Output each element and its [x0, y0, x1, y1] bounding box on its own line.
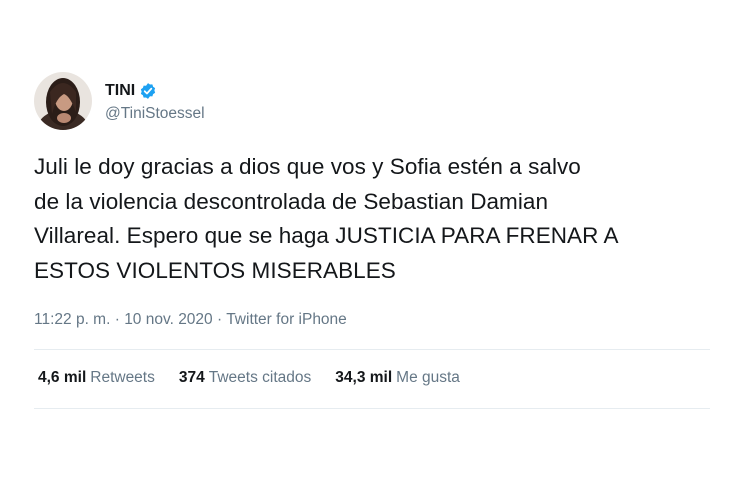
name-row: TINI — [105, 80, 205, 102]
handle[interactable]: @TiniStoessel — [105, 105, 205, 123]
tweet-meta: 11:22 p. m. · 10 nov. 2020 · Twitter for… — [34, 311, 347, 329]
tweet-date[interactable]: 10 nov. 2020 — [124, 311, 212, 328]
likes-count: 34,3 mil — [335, 369, 393, 386]
verified-badge-icon — [139, 82, 157, 100]
tweet-card: TINI @TiniStoessel Juli le doy gracias a… — [0, 0, 740, 493]
tweet-text-line: Juli le doy gracias a dios que vos y Sof… — [34, 154, 581, 179]
quotes-count: 374 — [178, 369, 205, 386]
tweet-text: Juli le doy gracias a dios que vos y Sof… — [34, 150, 714, 288]
divider — [34, 349, 710, 350]
divider — [34, 408, 710, 409]
tweet-text-line: ESTOS VIOLENTOS MISERABLES — [34, 257, 396, 283]
meta-separator: · — [114, 311, 125, 328]
retweets-stat[interactable]: 4,6 mil Retweets — [38, 369, 155, 387]
tweet-author: TINI @TiniStoessel — [34, 71, 205, 131]
retweets-count: 4,6 mil — [38, 369, 87, 386]
tweet-source[interactable]: Twitter for iPhone — [226, 311, 347, 328]
tweet-time[interactable]: 11:22 p. m. — [34, 311, 110, 328]
quotes-stat[interactable]: 374 Tweets citados — [179, 369, 311, 387]
likes-stat[interactable]: 34,3 mil Me gusta — [335, 369, 460, 387]
tweet-stats: 4,6 mil Retweets 374 Tweets citados 34,3 m… — [38, 369, 484, 387]
retweets-label: Retweets — [90, 369, 155, 386]
display-name[interactable]: TINI — [105, 82, 135, 100]
tweet-text-line: de la violencia descontrolada de Sebasti… — [34, 188, 549, 214]
avatar-photo — [34, 72, 92, 130]
meta-separator: · — [216, 311, 227, 328]
avatar[interactable] — [34, 72, 92, 130]
quotes-label: Tweets citados — [208, 369, 312, 386]
tweet-text-line: Villareal. Espero que se haga JUSTICIA P… — [34, 223, 619, 248]
author-names: TINI @TiniStoessel — [105, 80, 205, 123]
likes-label: Me gusta — [396, 369, 460, 386]
